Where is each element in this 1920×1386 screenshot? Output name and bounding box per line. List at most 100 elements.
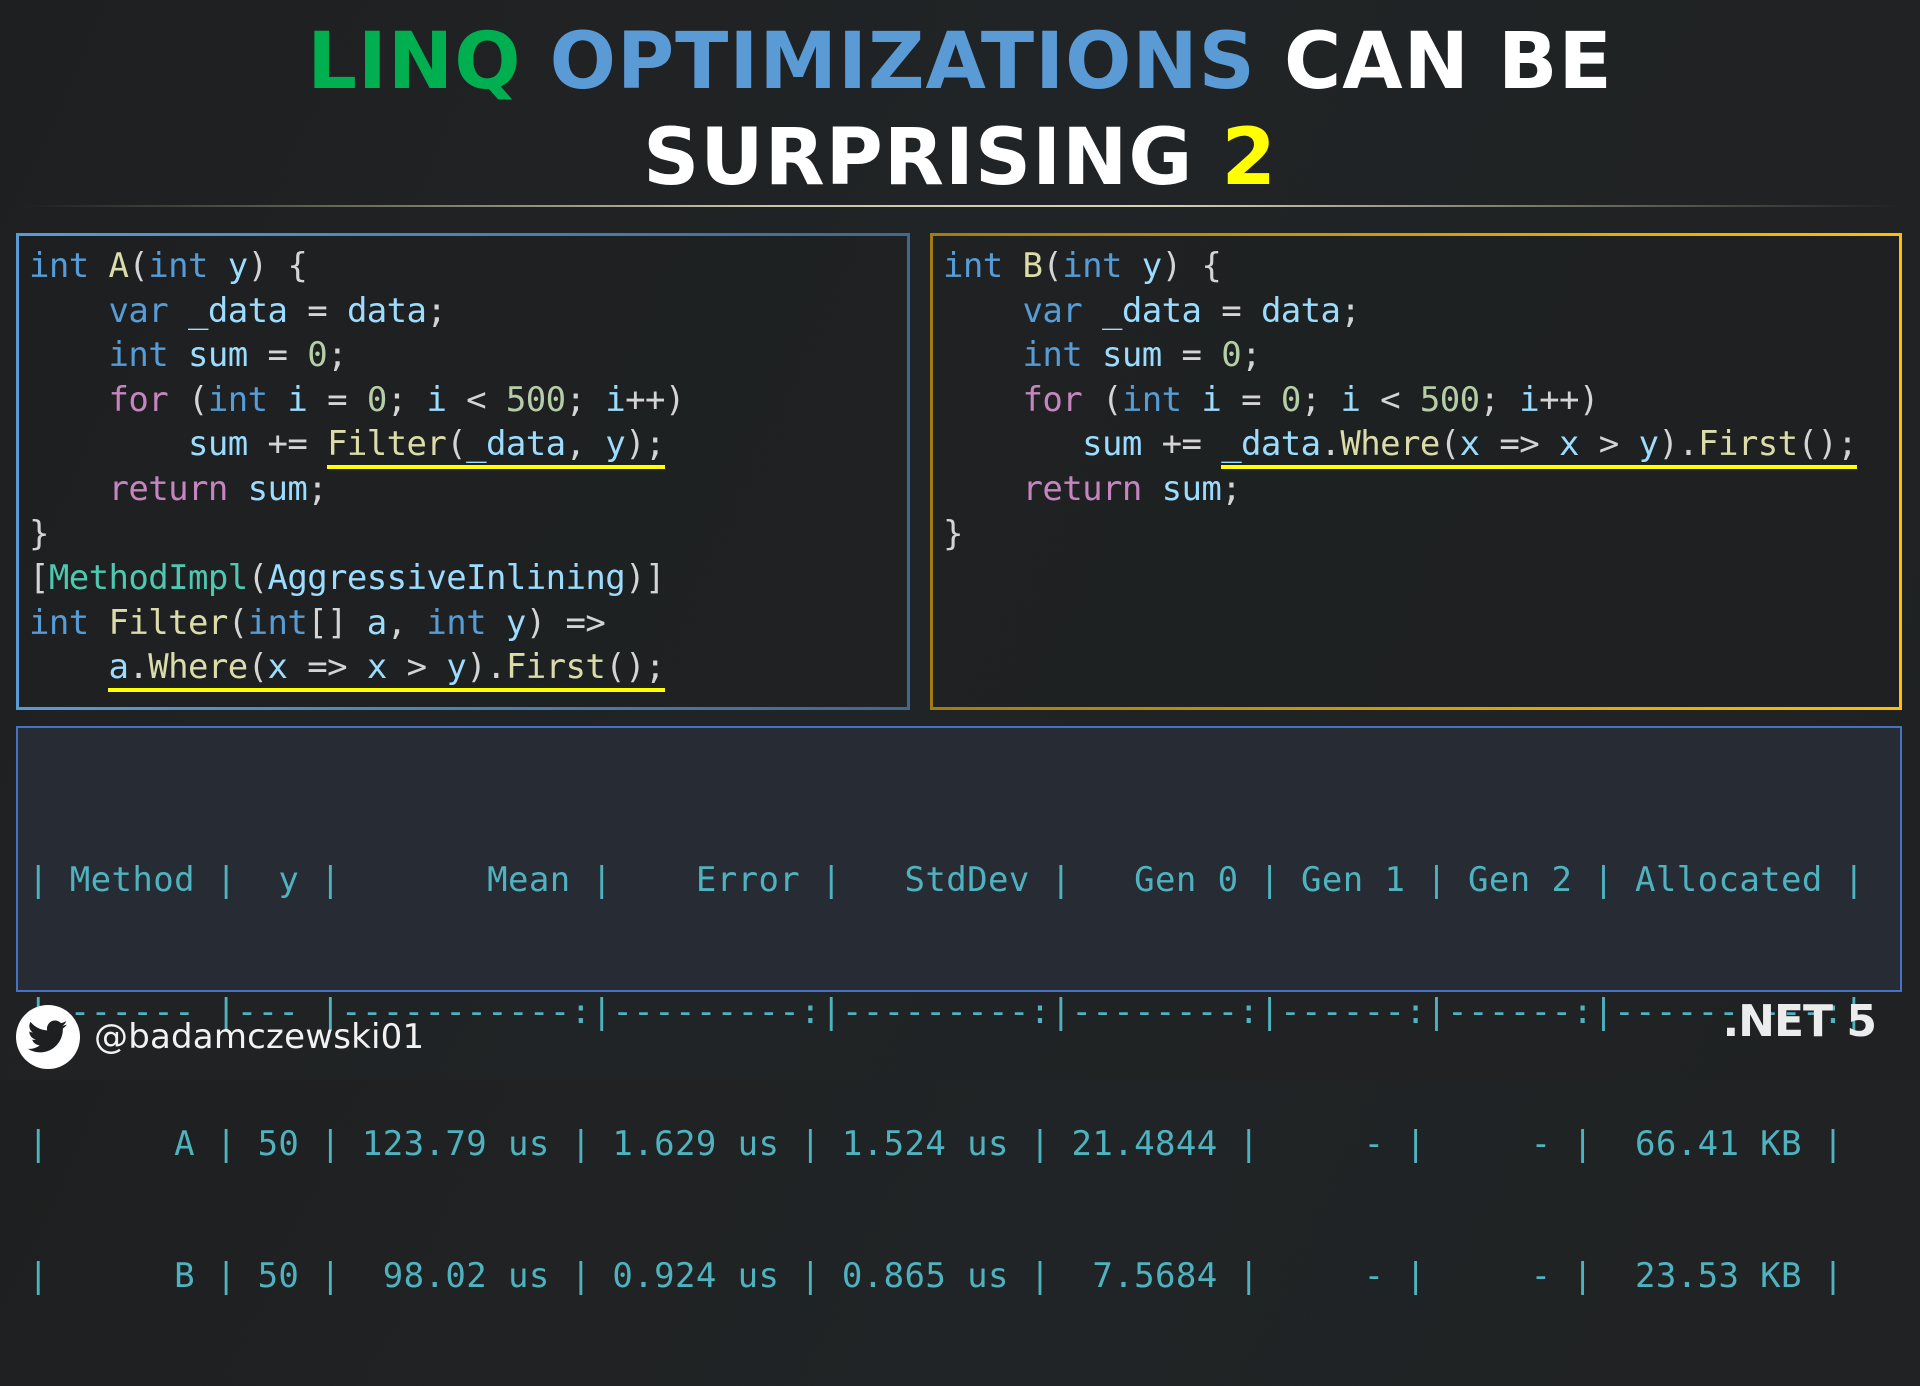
code-line: var _data = data; <box>29 289 685 334</box>
code-token: var <box>108 290 169 331</box>
code-token: i <box>605 379 626 420</box>
title-divider <box>20 205 1900 207</box>
code-line: return sum; <box>29 467 685 512</box>
code-line: } <box>29 512 685 557</box>
code-token: sum <box>247 468 308 509</box>
code-token: x <box>366 647 387 688</box>
code-token: 0 <box>1221 335 1242 376</box>
code-token: int <box>247 602 308 643</box>
table-row: | B | 50 | 98.02 us | 0.924 us | 0.865 u… <box>28 1256 1844 1296</box>
code-token: 0 <box>307 335 328 376</box>
code-line: int B(int y) { <box>943 244 1857 289</box>
title-line-2: SURPRISING 2 <box>0 110 1920 206</box>
code-token: i <box>1201 379 1222 420</box>
code-token: Where <box>1340 424 1440 465</box>
title-word-can-be: CAN BE <box>1255 17 1613 107</box>
title-word-surprising: SURPRISING <box>643 113 1222 203</box>
code-token: int <box>1062 246 1122 286</box>
code-line: a.Where(x => x > y).First(); <box>29 645 685 693</box>
code-panel-a: int A(int y) { var _data = data; int sum… <box>16 233 910 710</box>
code-token: a <box>366 602 387 643</box>
code-line: for (int i = 0; i < 500; i++) <box>29 378 685 423</box>
handle-text: @badamczewski01 <box>94 1017 425 1057</box>
code-token: ; <box>1340 290 1361 331</box>
code-token: ( <box>227 602 248 643</box>
code-line: int sum = 0; <box>943 333 1857 378</box>
code-token: i <box>426 379 447 420</box>
code-token: AggressiveInlining <box>267 558 626 599</box>
highlight-underline: Filter(_data, y); <box>327 424 665 470</box>
title-word-optimizations: OPTIMIZATIONS <box>549 17 1256 107</box>
code-line: return sum; <box>943 467 1857 512</box>
code-token: i <box>287 379 308 420</box>
code-token: y <box>227 246 248 286</box>
code-token: ) { <box>247 246 308 286</box>
code-token: ; <box>565 379 606 420</box>
title-line-1: LINQ OPTIMIZATIONS CAN BE <box>0 14 1920 110</box>
code-token: ; <box>1241 335 1261 376</box>
code-token: ) { <box>1161 246 1222 286</box>
code-line: int sum = 0; <box>29 333 685 378</box>
code-token: int <box>1121 379 1182 420</box>
code-token: y <box>446 647 467 688</box>
code-token: return <box>108 468 228 509</box>
code-line: int Filter(int[] a, int y) => <box>29 601 685 646</box>
code-token: int <box>29 246 89 286</box>
code-token: } <box>29 513 49 554</box>
code-token: 500 <box>1419 379 1480 420</box>
code-token: First <box>505 647 606 688</box>
code-token: Where <box>148 647 248 688</box>
code-token: => <box>1479 424 1560 465</box>
code-token: A <box>108 246 129 286</box>
code-token: (); <box>1797 424 1858 465</box>
code-token: 0 <box>1280 379 1301 420</box>
twitter-handle[interactable]: @badamczewski01 <box>16 1005 424 1069</box>
code-line: [MethodImpl(AggressiveInlining)] <box>29 556 685 601</box>
code-token: ; <box>1479 379 1520 420</box>
code-token: B <box>1022 246 1043 286</box>
code-token: < <box>446 379 506 420</box>
code-token: => <box>287 647 367 688</box>
code-token: y <box>505 602 526 643</box>
code-token: x <box>1559 424 1579 465</box>
code-token: _data <box>466 424 566 465</box>
code-token: ; <box>1300 379 1341 420</box>
code-token: ); <box>625 424 665 465</box>
code-token: ). <box>466 647 506 688</box>
slide-title: LINQ OPTIMIZATIONS CAN BE SURPRISING 2 <box>0 14 1920 206</box>
code-token: var <box>1022 290 1083 331</box>
code-token: ( <box>247 558 268 599</box>
code-token: ). <box>1658 424 1699 465</box>
code-token: , <box>565 424 606 465</box>
code-token: data <box>346 290 427 331</box>
code-token: ; <box>426 290 447 331</box>
code-token: ( <box>168 379 208 420</box>
code-token: = <box>1161 335 1222 376</box>
code-token: First <box>1698 424 1798 465</box>
code-token: = <box>307 379 367 420</box>
code-token: ; <box>386 379 427 420</box>
code-token: ; <box>1221 468 1242 509</box>
code-token: y <box>605 424 626 465</box>
code-token: MethodImpl <box>48 558 248 599</box>
code-token: int <box>943 246 1003 286</box>
dotnet-version-badge: .NET 5 <box>1722 996 1877 1047</box>
code-token: = <box>1221 379 1281 420</box>
code-token: x <box>267 647 288 688</box>
code-token: } <box>943 513 963 554</box>
benchmark-results-panel: | Method | y | Mean | Error | StdDev | G… <box>16 726 1902 1296</box>
code-token: sum <box>187 335 248 376</box>
